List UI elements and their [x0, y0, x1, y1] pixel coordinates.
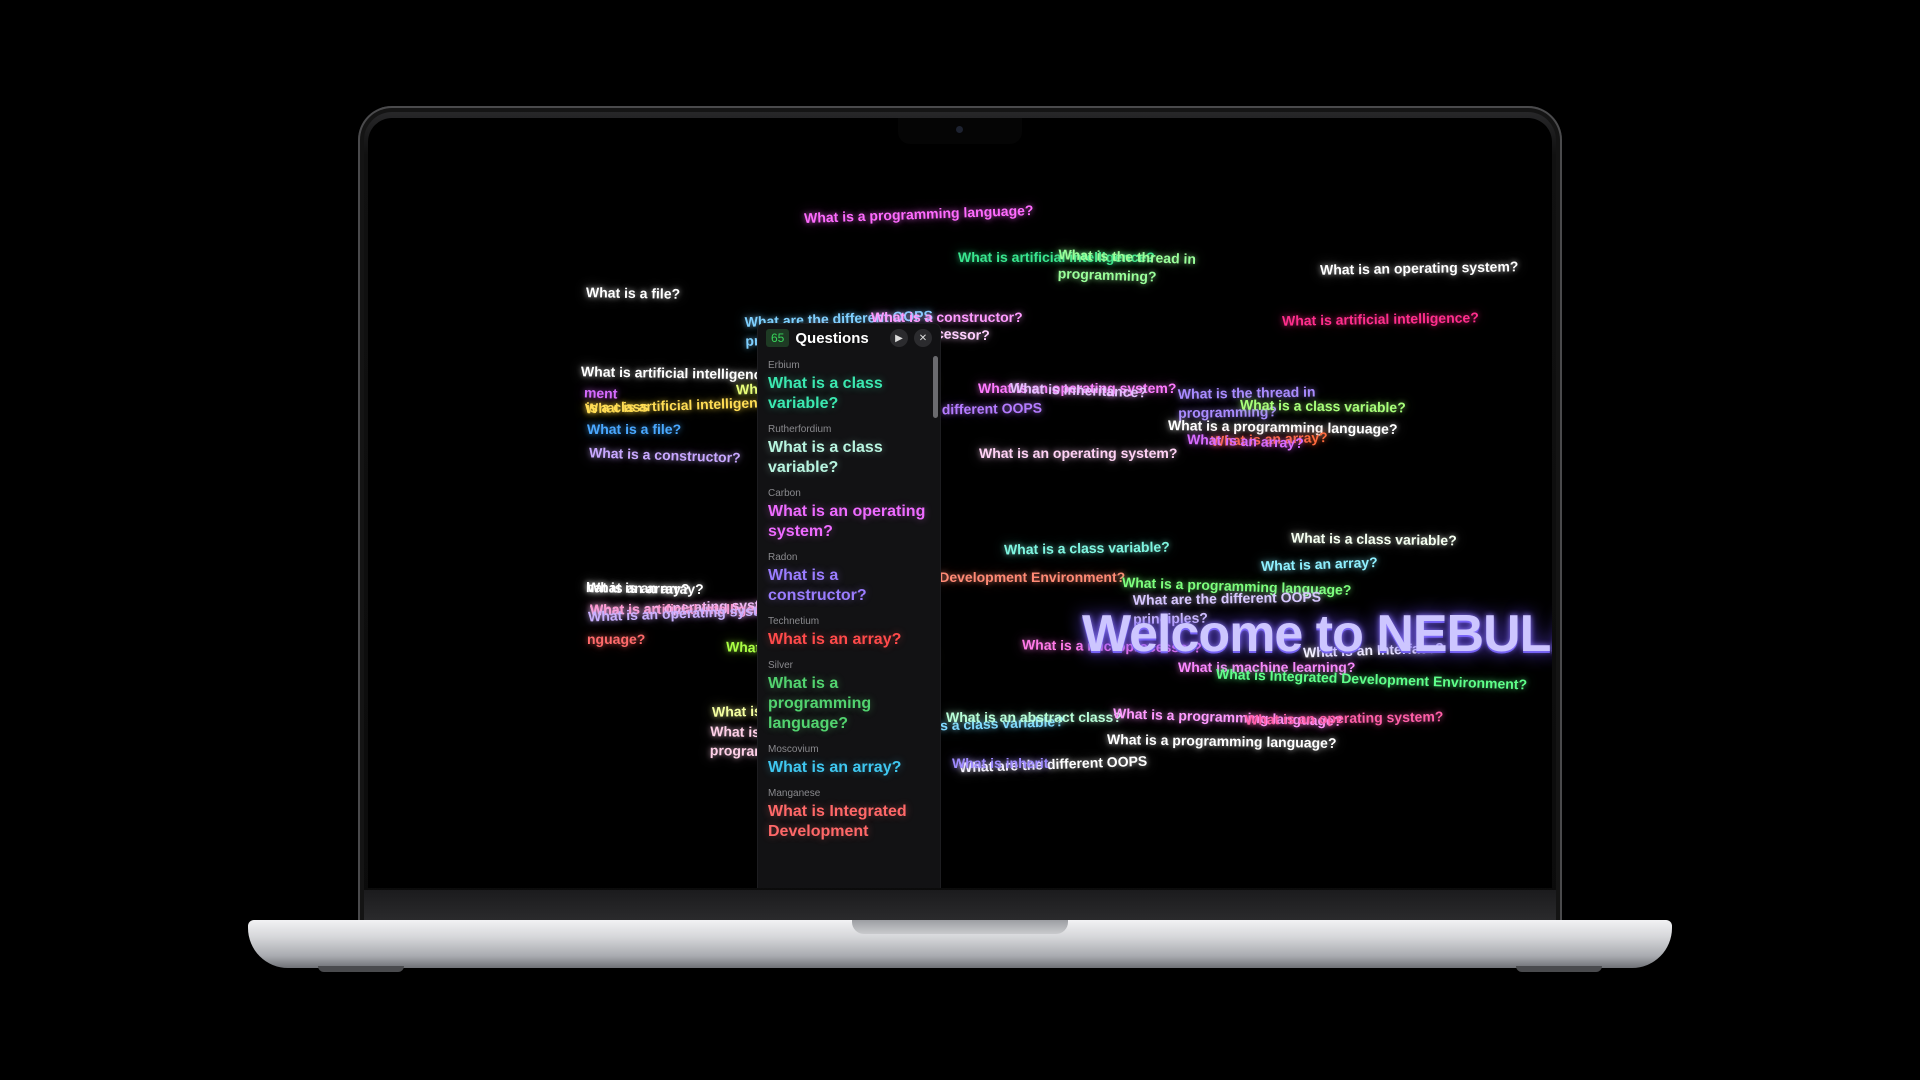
list-item[interactable]: Erbium What is a class variable? — [758, 356, 940, 420]
screen: What is a programming language? What is a… — [368, 118, 1552, 888]
list-item[interactable]: Radon What is a constructor? — [758, 548, 940, 612]
element-name: Silver — [768, 660, 794, 671]
question-count-badge: 65 — [766, 329, 790, 347]
floating-question: What is a class variable? — [1290, 529, 1457, 549]
floating-question: What is an operating system? — [1319, 258, 1519, 278]
floating-question: is a class — [585, 398, 649, 416]
floating-question: What is a class variable? — [1239, 396, 1406, 416]
close-icon[interactable]: ✕ — [914, 329, 932, 347]
camera-icon — [956, 126, 963, 133]
welcome-title: Welcome to NEBULA — [1082, 605, 1552, 663]
laptop-chin — [364, 890, 1556, 920]
question-text: What is an operating system? — [768, 503, 926, 540]
floating-question: What is an operating system? — [1244, 708, 1444, 728]
list-item[interactable]: Technetium What is an array? — [758, 612, 940, 656]
element-name: Carbon — [768, 488, 801, 499]
list-item[interactable]: Moscovium What is an array? — [758, 740, 940, 784]
floating-question: What is an array? — [1260, 553, 1378, 575]
floating-question: What is a programming language? — [1106, 730, 1337, 752]
question-text: What is an array? — [768, 759, 902, 776]
floating-question: What is a programming language? — [803, 202, 1034, 226]
floating-question: What is a class variable? — [1003, 538, 1170, 558]
element-name: Technetium — [768, 616, 820, 627]
laptop-foot-left — [318, 966, 404, 972]
list-item[interactable]: Manganese What is Integrated Development — [758, 784, 940, 848]
floating-question: What is an abstract class? — [946, 709, 1122, 725]
element-name: Radon — [768, 552, 798, 563]
floating-question: What is a constructor? — [588, 444, 741, 466]
floating-question: What is an array? — [1186, 430, 1304, 452]
floating-question: What is a file? — [585, 284, 681, 302]
floating-question: What is inherit — [952, 755, 1049, 771]
floating-question: What is a file? — [587, 421, 682, 437]
question-text: What is Integrated Development — [768, 803, 907, 840]
play-icon[interactable]: ▶ — [890, 329, 908, 347]
question-text: What is a class variable? — [768, 375, 883, 412]
laptop-foot-right — [1516, 966, 1602, 972]
list-item[interactable]: Silver What is a programming language? — [758, 656, 940, 740]
panel-header: 65 Questions ▶ ✕ — [758, 324, 940, 352]
floating-question: What is the thread in programming? — [1057, 246, 1197, 285]
element-name: Manganese — [768, 788, 821, 799]
scrollbar[interactable] — [933, 356, 938, 418]
floating-question: What is artificial intelligence? — [1281, 309, 1479, 329]
list-item[interactable]: Carbon What is an operating system? — [758, 484, 940, 548]
floating-question: nguage? — [587, 631, 646, 647]
floating-question: What is an operating system? — [979, 445, 1178, 461]
list-item[interactable]: Rutherfordium What is a class variable? — [758, 420, 940, 484]
question-text: What is a constructor? — [768, 567, 867, 604]
floating-question: What is a constructor? — [871, 309, 1023, 325]
floating-question: What is inheritance? — [1009, 379, 1148, 401]
element-name: Erbium — [768, 360, 800, 371]
floating-question: What is artificial intelligence? — [580, 363, 778, 383]
element-name: Moscovium — [768, 744, 819, 755]
floating-question: hat is an array? — [585, 579, 690, 597]
question-text: What is a class variable? — [768, 439, 883, 476]
trackpad-notch — [852, 920, 1068, 934]
question-list[interactable]: Erbium What is a class variable? Rutherfo… — [758, 356, 940, 888]
question-text: What is a programming language? — [768, 675, 872, 732]
questions-panel: 65 Questions ▶ ✕ Erbium What is a class … — [758, 324, 940, 888]
floating-question: What is Integrated Development Environme… — [1215, 665, 1528, 693]
question-text: What is an array? — [768, 631, 902, 648]
element-name: Rutherfordium — [768, 424, 832, 435]
panel-title: Questions — [795, 329, 869, 347]
